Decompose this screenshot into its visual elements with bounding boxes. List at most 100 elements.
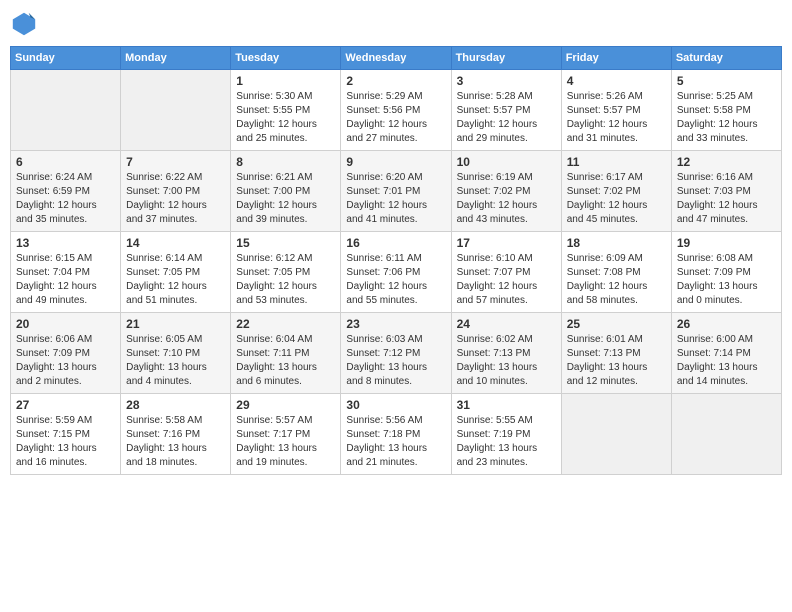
calendar-cell: 4Sunrise: 5:26 AM Sunset: 5:57 PM Daylig…	[561, 70, 671, 151]
day-info: Sunrise: 5:57 AM Sunset: 7:17 PM Dayligh…	[236, 414, 335, 470]
calendar-cell: 25 Sunrise: 6:01 AM Sunset: 7:13 PM Dayli…	[561, 313, 671, 394]
day-info: Sunrise: 6:19 AM Sunset: 7:02 PM Dayligh…	[457, 171, 556, 227]
day-number: 22	[236, 317, 335, 331]
day-info: Sunrise: 5:30 AM Sunset: 5:55 PM Dayligh…	[236, 90, 335, 146]
day-info: Sunrise: 6:05 AM Sunset: 7:10 PM Dayligh…	[126, 333, 225, 389]
calendar-cell: 1 Sunrise: 5:30 AM Sunset: 5:55 PM Daylig…	[231, 70, 341, 151]
calendar-table: SundayMondayTuesdayWednesdayThursdayFrid…	[10, 46, 782, 475]
day-of-week-header: Monday	[121, 47, 231, 70]
day-number: 12	[677, 155, 776, 169]
calendar-cell: 27 Sunrise: 5:59 AM Sunset: 7:15 PM Dayli…	[11, 394, 121, 475]
calendar-cell: 18Sunrise: 6:09 AM Sunset: 7:08 PM Dayli…	[561, 232, 671, 313]
day-number: 8	[236, 155, 335, 169]
day-number: 5	[677, 74, 776, 88]
day-info: Sunrise: 6:16 AM Sunset: 7:03 PM Dayligh…	[677, 171, 776, 227]
day-number: 15	[236, 236, 335, 250]
calendar-cell: 5 Sunrise: 5:25 AM Sunset: 5:58 PM Daylig…	[671, 70, 781, 151]
day-number: 26	[677, 317, 776, 331]
calendar-cell: 23Sunrise: 6:03 AM Sunset: 7:12 PM Dayli…	[341, 313, 451, 394]
day-of-week-header: Wednesday	[341, 47, 451, 70]
day-number: 1	[236, 74, 335, 88]
day-of-week-header: Sunday	[11, 47, 121, 70]
day-number: 3	[457, 74, 556, 88]
calendar-cell	[561, 394, 671, 475]
calendar-cell: 7 Sunrise: 6:22 AM Sunset: 7:00 PM Daylig…	[121, 151, 231, 232]
day-number: 30	[346, 398, 445, 412]
calendar-cell: 3 Sunrise: 5:28 AM Sunset: 5:57 PM Daylig…	[451, 70, 561, 151]
calendar-cell: 22 Sunrise: 6:04 AM Sunset: 7:11 PM Dayli…	[231, 313, 341, 394]
calendar-cell: 26 Sunrise: 6:00 AM Sunset: 7:14 PM Dayli…	[671, 313, 781, 394]
day-number: 9	[346, 155, 445, 169]
calendar-cell: 12 Sunrise: 6:16 AM Sunset: 7:03 PM Dayli…	[671, 151, 781, 232]
logo	[10, 10, 42, 38]
calendar-cell: 17 Sunrise: 6:10 AM Sunset: 7:07 PM Dayli…	[451, 232, 561, 313]
day-of-week-header: Thursday	[451, 47, 561, 70]
day-info: Sunrise: 6:06 AM Sunset: 7:09 PM Dayligh…	[16, 333, 115, 389]
day-number: 20	[16, 317, 115, 331]
day-info: Sunrise: 6:21 AM Sunset: 7:00 PM Dayligh…	[236, 171, 335, 227]
calendar-header-row: SundayMondayTuesdayWednesdayThursdayFrid…	[11, 47, 782, 70]
calendar-cell: 30 Sunrise: 5:56 AM Sunset: 7:18 PM Dayli…	[341, 394, 451, 475]
calendar-cell: 21 Sunrise: 6:05 AM Sunset: 7:10 PM Dayli…	[121, 313, 231, 394]
calendar-cell: 28Sunrise: 5:58 AM Sunset: 7:16 PM Dayli…	[121, 394, 231, 475]
calendar-cell: 14Sunrise: 6:14 AM Sunset: 7:05 PM Dayli…	[121, 232, 231, 313]
day-info: Sunrise: 6:08 AM Sunset: 7:09 PM Dayligh…	[677, 252, 776, 308]
day-number: 11	[567, 155, 666, 169]
day-of-week-header: Saturday	[671, 47, 781, 70]
calendar-cell: 15 Sunrise: 6:12 AM Sunset: 7:05 PM Dayli…	[231, 232, 341, 313]
day-number: 24	[457, 317, 556, 331]
day-number: 7	[126, 155, 225, 169]
day-info: Sunrise: 6:04 AM Sunset: 7:11 PM Dayligh…	[236, 333, 335, 389]
day-number: 16	[346, 236, 445, 250]
logo-icon	[10, 10, 38, 38]
day-info: Sunrise: 6:20 AM Sunset: 7:01 PM Dayligh…	[346, 171, 445, 227]
calendar-cell	[671, 394, 781, 475]
calendar-cell: 13 Sunrise: 6:15 AM Sunset: 7:04 PM Dayli…	[11, 232, 121, 313]
day-number: 25	[567, 317, 666, 331]
calendar-week-row: 27 Sunrise: 5:59 AM Sunset: 7:15 PM Dayli…	[11, 394, 782, 475]
day-info: Sunrise: 6:01 AM Sunset: 7:13 PM Dayligh…	[567, 333, 666, 389]
calendar-cell: 31 Sunrise: 5:55 AM Sunset: 7:19 PM Dayli…	[451, 394, 561, 475]
day-info: Sunrise: 6:03 AM Sunset: 7:12 PM Dayligh…	[346, 333, 445, 389]
day-info: Sunrise: 6:12 AM Sunset: 7:05 PM Dayligh…	[236, 252, 335, 308]
calendar-cell: 16 Sunrise: 6:11 AM Sunset: 7:06 PM Dayli…	[341, 232, 451, 313]
day-info: Sunrise: 5:56 AM Sunset: 7:18 PM Dayligh…	[346, 414, 445, 470]
day-of-week-header: Friday	[561, 47, 671, 70]
day-info: Sunrise: 5:28 AM Sunset: 5:57 PM Dayligh…	[457, 90, 556, 146]
day-number: 14	[126, 236, 225, 250]
page-header	[10, 10, 782, 38]
day-info: Sunrise: 5:26 AM Sunset: 5:57 PM Dayligh…	[567, 90, 666, 146]
day-info: Sunrise: 5:55 AM Sunset: 7:19 PM Dayligh…	[457, 414, 556, 470]
day-info: Sunrise: 5:58 AM Sunset: 7:16 PM Dayligh…	[126, 414, 225, 470]
day-of-week-header: Tuesday	[231, 47, 341, 70]
calendar-cell: 2 Sunrise: 5:29 AM Sunset: 5:56 PM Daylig…	[341, 70, 451, 151]
calendar-cell	[121, 70, 231, 151]
day-number: 13	[16, 236, 115, 250]
day-number: 2	[346, 74, 445, 88]
calendar-cell: 24Sunrise: 6:02 AM Sunset: 7:13 PM Dayli…	[451, 313, 561, 394]
day-number: 18	[567, 236, 666, 250]
day-number: 17	[457, 236, 556, 250]
day-info: Sunrise: 6:22 AM Sunset: 7:00 PM Dayligh…	[126, 171, 225, 227]
day-info: Sunrise: 5:29 AM Sunset: 5:56 PM Dayligh…	[346, 90, 445, 146]
calendar-cell: 20 Sunrise: 6:06 AM Sunset: 7:09 PM Dayli…	[11, 313, 121, 394]
day-number: 31	[457, 398, 556, 412]
day-number: 21	[126, 317, 225, 331]
day-number: 6	[16, 155, 115, 169]
day-info: Sunrise: 6:17 AM Sunset: 7:02 PM Dayligh…	[567, 171, 666, 227]
calendar-week-row: 13 Sunrise: 6:15 AM Sunset: 7:04 PM Dayli…	[11, 232, 782, 313]
day-number: 27	[16, 398, 115, 412]
day-info: Sunrise: 6:10 AM Sunset: 7:07 PM Dayligh…	[457, 252, 556, 308]
day-info: Sunrise: 6:00 AM Sunset: 7:14 PM Dayligh…	[677, 333, 776, 389]
calendar-cell: 11 Sunrise: 6:17 AM Sunset: 7:02 PM Dayli…	[561, 151, 671, 232]
day-info: Sunrise: 5:59 AM Sunset: 7:15 PM Dayligh…	[16, 414, 115, 470]
day-number: 29	[236, 398, 335, 412]
day-info: Sunrise: 6:24 AM Sunset: 6:59 PM Dayligh…	[16, 171, 115, 227]
day-info: Sunrise: 6:11 AM Sunset: 7:06 PM Dayligh…	[346, 252, 445, 308]
day-number: 10	[457, 155, 556, 169]
day-number: 19	[677, 236, 776, 250]
day-info: Sunrise: 6:15 AM Sunset: 7:04 PM Dayligh…	[16, 252, 115, 308]
calendar-week-row: 1 Sunrise: 5:30 AM Sunset: 5:55 PM Daylig…	[11, 70, 782, 151]
calendar-cell: 29 Sunrise: 5:57 AM Sunset: 7:17 PM Dayli…	[231, 394, 341, 475]
day-info: Sunrise: 5:25 AM Sunset: 5:58 PM Dayligh…	[677, 90, 776, 146]
